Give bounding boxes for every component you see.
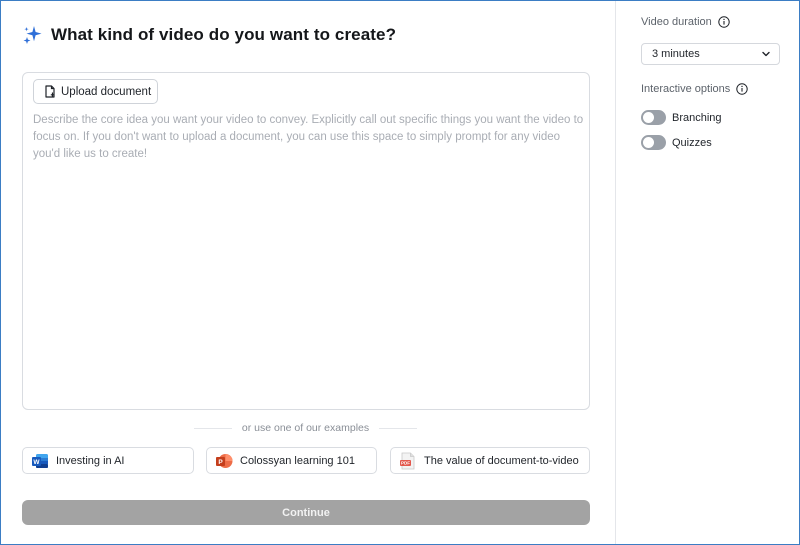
- quizzes-option: Quizzes: [641, 135, 712, 150]
- pdf-icon: PDF: [400, 452, 415, 469]
- video-duration-value: 3 minutes: [652, 48, 700, 60]
- example-investing-in-ai[interactable]: W Investing in AI: [22, 447, 194, 474]
- examples-divider-text: or use one of our examples: [241, 422, 370, 434]
- example-label: Investing in AI: [56, 454, 125, 467]
- powerpoint-icon: P: [216, 453, 233, 468]
- info-icon[interactable]: [718, 16, 730, 28]
- app-window: What kind of video do you want to create…: [0, 0, 800, 545]
- chevron-down-icon: [762, 51, 770, 57]
- file-upload-icon: [45, 85, 55, 98]
- prompt-textarea[interactable]: Upload document Describe the core idea y…: [22, 72, 590, 410]
- video-duration-select[interactable]: 3 minutes: [641, 43, 780, 65]
- prompt-placeholder: Describe the core idea you want your vid…: [33, 114, 584, 160]
- video-duration-heading: Video duration: [641, 16, 730, 28]
- branching-toggle[interactable]: [641, 110, 666, 125]
- upload-document-button[interactable]: Upload document: [33, 79, 158, 104]
- toggle-knob: [643, 112, 654, 123]
- interactive-options-label: Interactive options: [641, 83, 731, 95]
- example-label: Colossyan learning 101: [240, 454, 355, 467]
- example-colossyan-learning[interactable]: P Colossyan learning 101: [206, 447, 377, 474]
- svg-text:W: W: [33, 459, 40, 466]
- toggle-knob: [643, 137, 654, 148]
- upload-document-label: Upload document: [61, 85, 152, 98]
- settings-sidebar: Video duration 3 minutes Interactive opt…: [615, 1, 799, 544]
- main-panel: What kind of video do you want to create…: [1, 1, 615, 544]
- divider-line-right: [379, 427, 417, 429]
- info-icon[interactable]: [736, 83, 748, 95]
- svg-text:P: P: [218, 459, 223, 466]
- branching-option: Branching: [641, 110, 722, 125]
- quizzes-toggle[interactable]: [641, 135, 666, 150]
- svg-text:PDF: PDF: [401, 460, 410, 465]
- video-duration-label: Video duration: [641, 16, 712, 28]
- example-label: The value of document-to-video: [424, 454, 579, 467]
- sparkle-icon: [23, 26, 42, 44]
- word-doc-icon: W: [32, 453, 48, 468]
- continue-button[interactable]: Continue: [22, 500, 590, 525]
- example-document-to-video[interactable]: PDF The value of document-to-video: [390, 447, 590, 474]
- divider-line-left: [194, 427, 232, 429]
- branching-label: Branching: [672, 111, 722, 124]
- header: What kind of video do you want to create…: [22, 23, 396, 47]
- quizzes-label: Quizzes: [672, 136, 712, 149]
- page-title: What kind of video do you want to create…: [51, 25, 397, 44]
- examples-divider: or use one of our examples: [194, 421, 417, 435]
- interactive-options-heading: Interactive options: [641, 83, 748, 95]
